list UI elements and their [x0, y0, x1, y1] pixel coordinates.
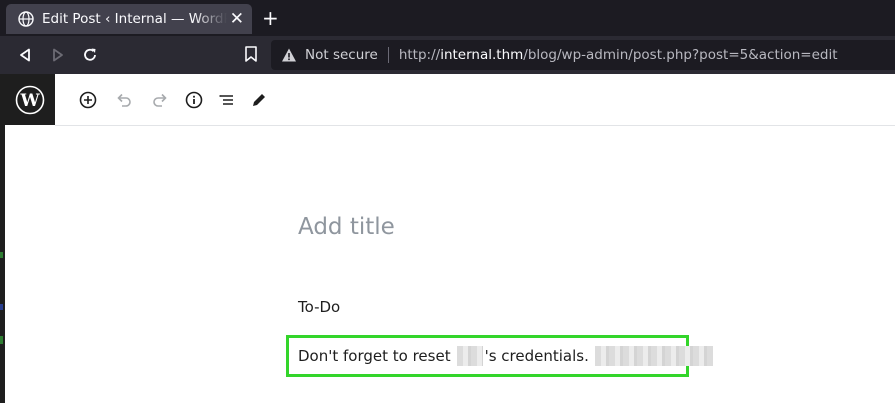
url-host: internal.thm	[440, 47, 524, 63]
security-label[interactable]: Not secure	[305, 47, 378, 63]
reload-icon[interactable]	[80, 45, 100, 65]
globe-icon	[18, 11, 34, 27]
url-path: /blog/wp-admin/post.php?post=5&action=ed…	[523, 47, 838, 63]
url-text[interactable]: http://internal.thm/blog/wp-admin/post.p…	[399, 47, 838, 63]
close-tab-icon[interactable]: ✕	[230, 10, 244, 28]
address-bar[interactable]: Not secure http://internal.thm/blog/wp-a…	[271, 40, 895, 70]
strip-marker	[0, 304, 3, 310]
browser-tab[interactable]: Edit Post ‹ Internal — WordPress ✕	[6, 4, 252, 34]
bookmark-icon[interactable]	[243, 45, 259, 63]
url-scheme: http://	[398, 47, 441, 63]
undo-icon[interactable]	[114, 90, 134, 110]
post-title-placeholder[interactable]: Add title	[298, 214, 395, 240]
strip-marker	[0, 336, 3, 344]
todo-paragraph[interactable]: To-Do	[298, 298, 340, 316]
tab-title: Edit Post ‹ Internal — WordPress	[42, 11, 227, 27]
note-prefix: Don't forget to reset	[298, 347, 451, 365]
info-icon[interactable]	[184, 90, 204, 110]
outline-icon[interactable]	[217, 90, 237, 110]
toolbar-divider	[55, 125, 895, 126]
strip-marker	[0, 252, 3, 258]
edit-tools-icon[interactable]	[249, 90, 269, 110]
redacted-password	[594, 346, 713, 366]
redacted-username	[456, 346, 483, 366]
wordpress-logo-icon[interactable]: W	[5, 74, 55, 125]
url-separator	[387, 47, 389, 63]
add-block-icon[interactable]	[78, 90, 98, 110]
new-tab-button[interactable]: +	[262, 8, 279, 28]
tab-bar: Edit Post ‹ Internal — WordPress ✕ +	[0, 0, 895, 36]
credentials-paragraph[interactable]: Don't forget to reset 's credentials.	[298, 346, 715, 366]
redo-icon[interactable]	[150, 90, 170, 110]
warning-icon[interactable]	[281, 47, 297, 63]
post-editor: W Add title To-Do Don't forget to reset …	[5, 74, 895, 403]
svg-text:W: W	[19, 91, 40, 111]
forward-icon[interactable]	[48, 45, 68, 65]
back-icon[interactable]	[15, 45, 35, 65]
note-suffix: 's credentials.	[484, 347, 589, 365]
